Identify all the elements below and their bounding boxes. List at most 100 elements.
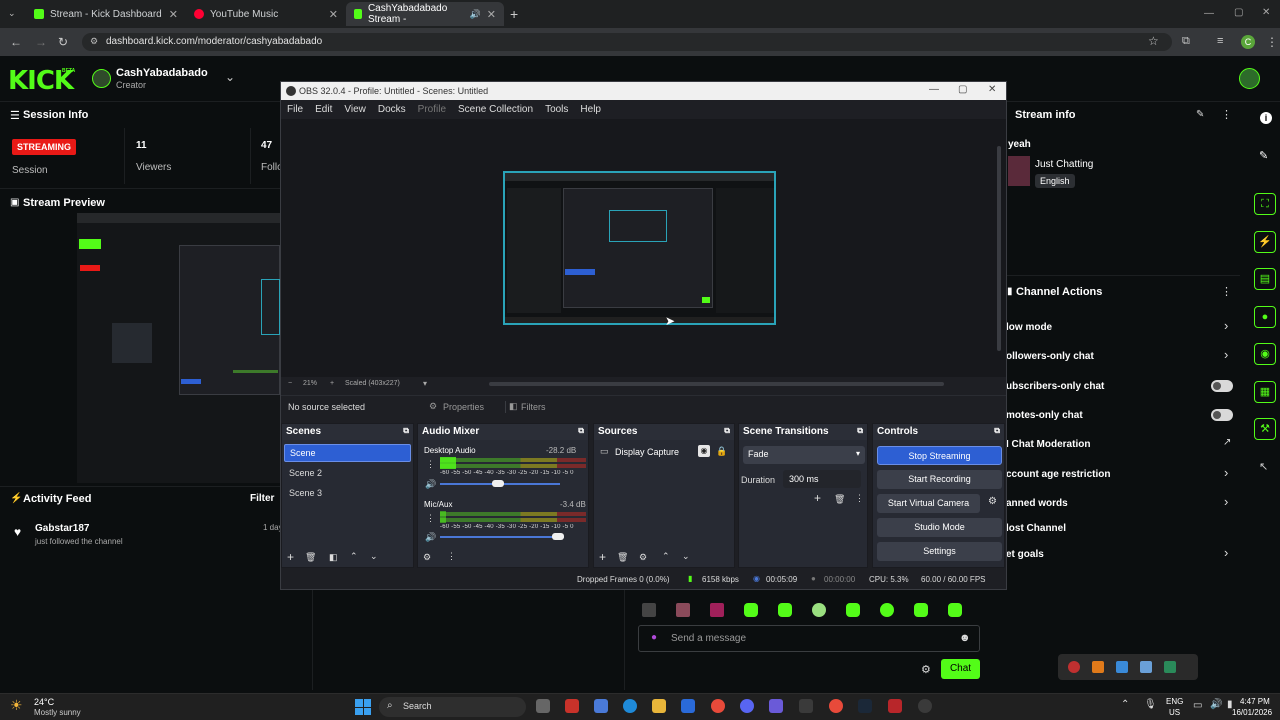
channel-menu-icon[interactable]: ⋮ [426, 459, 435, 470]
add-source-icon[interactable]: + [599, 550, 606, 564]
volume-icon[interactable]: 🔊 [425, 532, 436, 543]
close-tab-icon[interactable]: ✕ [487, 8, 496, 21]
audio-settings-icon[interactable]: ⚙ [423, 552, 431, 563]
weather-temp[interactable]: 24°C [34, 697, 54, 707]
chrome-icon[interactable] [711, 699, 725, 713]
speaker-icon[interactable]: 🔊 [470, 9, 481, 20]
emote-icon[interactable] [744, 603, 758, 617]
slider-knob[interactable] [552, 533, 564, 540]
stop-streaming-button[interactable]: Stop Streaming [877, 446, 1002, 465]
channel-actions-more-icon[interactable]: ⋮ [1221, 285, 1232, 298]
task-view-icon[interactable] [536, 699, 550, 713]
app-icon[interactable] [799, 699, 813, 713]
tab-cashyabadabado-stream[interactable]: CashYabadabado Stream - 🔊 ✕ [346, 2, 504, 26]
tray-app-icon[interactable] [1092, 661, 1104, 673]
emote-icon[interactable] [642, 603, 656, 617]
emote-icon[interactable] [948, 603, 962, 617]
menu-view[interactable]: View [344, 104, 366, 115]
reload-icon[interactable]: ↻ [58, 35, 68, 49]
transition-menu-icon[interactable]: ⋮ [855, 493, 864, 504]
move-down-icon[interactable]: ⌄ [370, 551, 378, 562]
emotes-only-toggle[interactable] [1211, 409, 1233, 421]
emote-icon[interactable] [676, 603, 690, 617]
tray-app-icon[interactable] [1116, 661, 1128, 673]
info-icon[interactable]: i [1260, 112, 1272, 124]
chevron-right-icon[interactable]: › [1224, 465, 1228, 480]
copilot-icon[interactable] [594, 699, 608, 713]
dock-float-icon[interactable]: ⧉ [724, 426, 730, 438]
rail-edit-icon[interactable]: ✎ [1259, 149, 1268, 162]
studio-mode-button[interactable]: Studio Mode [877, 518, 1002, 537]
rail-cursor-icon[interactable]: ↖ [1259, 460, 1268, 473]
zoom-out-icon[interactable]: − [288, 380, 292, 387]
remove-source-icon[interactable]: 🗑 [617, 552, 628, 563]
scene-item[interactable]: Scene 3 [289, 488, 322, 498]
chat-input[interactable]: ● Send a message ☻ [638, 625, 980, 652]
visibility-eye-icon[interactable]: ◉ [698, 445, 710, 457]
virtual-camera-settings-icon[interactable]: ⚙ [988, 496, 997, 507]
tab-kick-dashboard[interactable]: Stream - Kick Dashboard ✕ [26, 2, 186, 26]
chevron-right-icon[interactable]: › [1224, 347, 1228, 362]
site-info-icon[interactable]: ⚙ [90, 36, 98, 47]
rail-wrench-icon[interactable]: ⚒ [1254, 418, 1276, 440]
minimize-window-icon[interactable]: — [1204, 8, 1214, 19]
action-ai-moderation[interactable]: I Chat Moderation [1006, 439, 1090, 450]
emote-icon[interactable] [778, 603, 792, 617]
scene-item-selected[interactable]: Scene [284, 444, 411, 462]
scene-item[interactable]: Scene 2 [289, 468, 322, 478]
media-controls-icon[interactable]: ≡ [1217, 35, 1223, 47]
close-tab-icon[interactable]: ✕ [169, 8, 178, 21]
chat-settings-gear-icon[interactable]: ⚙ [921, 663, 931, 676]
edge-icon[interactable] [623, 699, 637, 713]
move-up-icon[interactable]: ⌃ [350, 551, 358, 562]
rail-layout-icon[interactable]: ▦ [1254, 381, 1276, 403]
duration-input[interactable]: 300 ms [783, 470, 861, 488]
obs-taskbar-icon[interactable] [918, 699, 932, 713]
channel-menu-icon[interactable]: ⋮ [426, 513, 435, 524]
settings-button[interactable]: Settings [877, 542, 1002, 561]
slider-knob[interactable] [492, 480, 504, 487]
tray-app-icon[interactable] [1068, 661, 1080, 673]
rail-fullscreen-icon[interactable]: ⛶ [1254, 193, 1276, 215]
taskbar-search[interactable]: Search [379, 697, 526, 717]
dock-float-icon[interactable]: ⧉ [994, 426, 1000, 438]
rail-document-icon[interactable]: ▤ [1254, 268, 1276, 290]
more-options-icon[interactable]: ⋮ [1221, 108, 1232, 121]
profile-avatar[interactable]: C [1241, 35, 1255, 49]
emote-icon[interactable] [710, 603, 724, 617]
weather-sun-icon[interactable]: ☀ [10, 697, 23, 714]
action-account-age[interactable]: ccount age restriction [1006, 469, 1110, 480]
tray-app-icon[interactable] [1140, 661, 1152, 673]
close-window-icon[interactable]: ✕ [1262, 7, 1270, 18]
properties-gear-icon[interactable]: ⚙ [429, 401, 437, 412]
chevron-right-icon[interactable]: › [1224, 318, 1228, 333]
menu-tools[interactable]: Tools [545, 104, 568, 115]
activity-filter-button[interactable]: Filter [250, 493, 274, 504]
chevron-right-icon[interactable]: › [1224, 545, 1228, 560]
microphone-icon[interactable]: ● [651, 632, 657, 643]
zoom-in-icon[interactable]: + [330, 380, 334, 387]
back-arrow-icon[interactable]: ← [10, 35, 22, 49]
new-tab-button[interactable]: + [510, 6, 518, 22]
source-properties-icon[interactable]: ⚙ [639, 552, 647, 563]
clock-time[interactable]: 4:47 PM [1240, 697, 1270, 706]
discord-icon[interactable] [740, 699, 754, 713]
tray-mic-icon[interactable]: 🎙 [1144, 699, 1157, 710]
mic-volume-slider[interactable] [440, 536, 564, 538]
emote-icon[interactable] [846, 603, 860, 617]
action-subscribers-only[interactable]: ubscribers-only chat [1006, 381, 1104, 392]
volume-icon[interactable]: 🔊 [425, 479, 436, 490]
browser-menu-icon[interactable]: ⋮ [1266, 35, 1278, 49]
menu-edit[interactable]: Edit [315, 104, 332, 115]
bookmark-star-icon[interactable]: ☆ [1148, 34, 1159, 48]
teams-icon[interactable] [769, 699, 783, 713]
chrome-icon[interactable] [829, 699, 843, 713]
dock-float-icon[interactable]: ⧉ [403, 426, 409, 438]
dock-float-icon[interactable]: ⧉ [578, 426, 584, 438]
action-set-goals[interactable]: et goals [1006, 549, 1044, 560]
add-transition-icon[interactable]: + [814, 491, 821, 505]
add-scene-icon[interactable]: + [287, 550, 294, 564]
action-emotes-only[interactable]: motes-only chat [1006, 410, 1083, 421]
stream-preview-video[interactable] [77, 213, 280, 483]
scene-filters-icon[interactable]: ◧ [329, 552, 338, 563]
